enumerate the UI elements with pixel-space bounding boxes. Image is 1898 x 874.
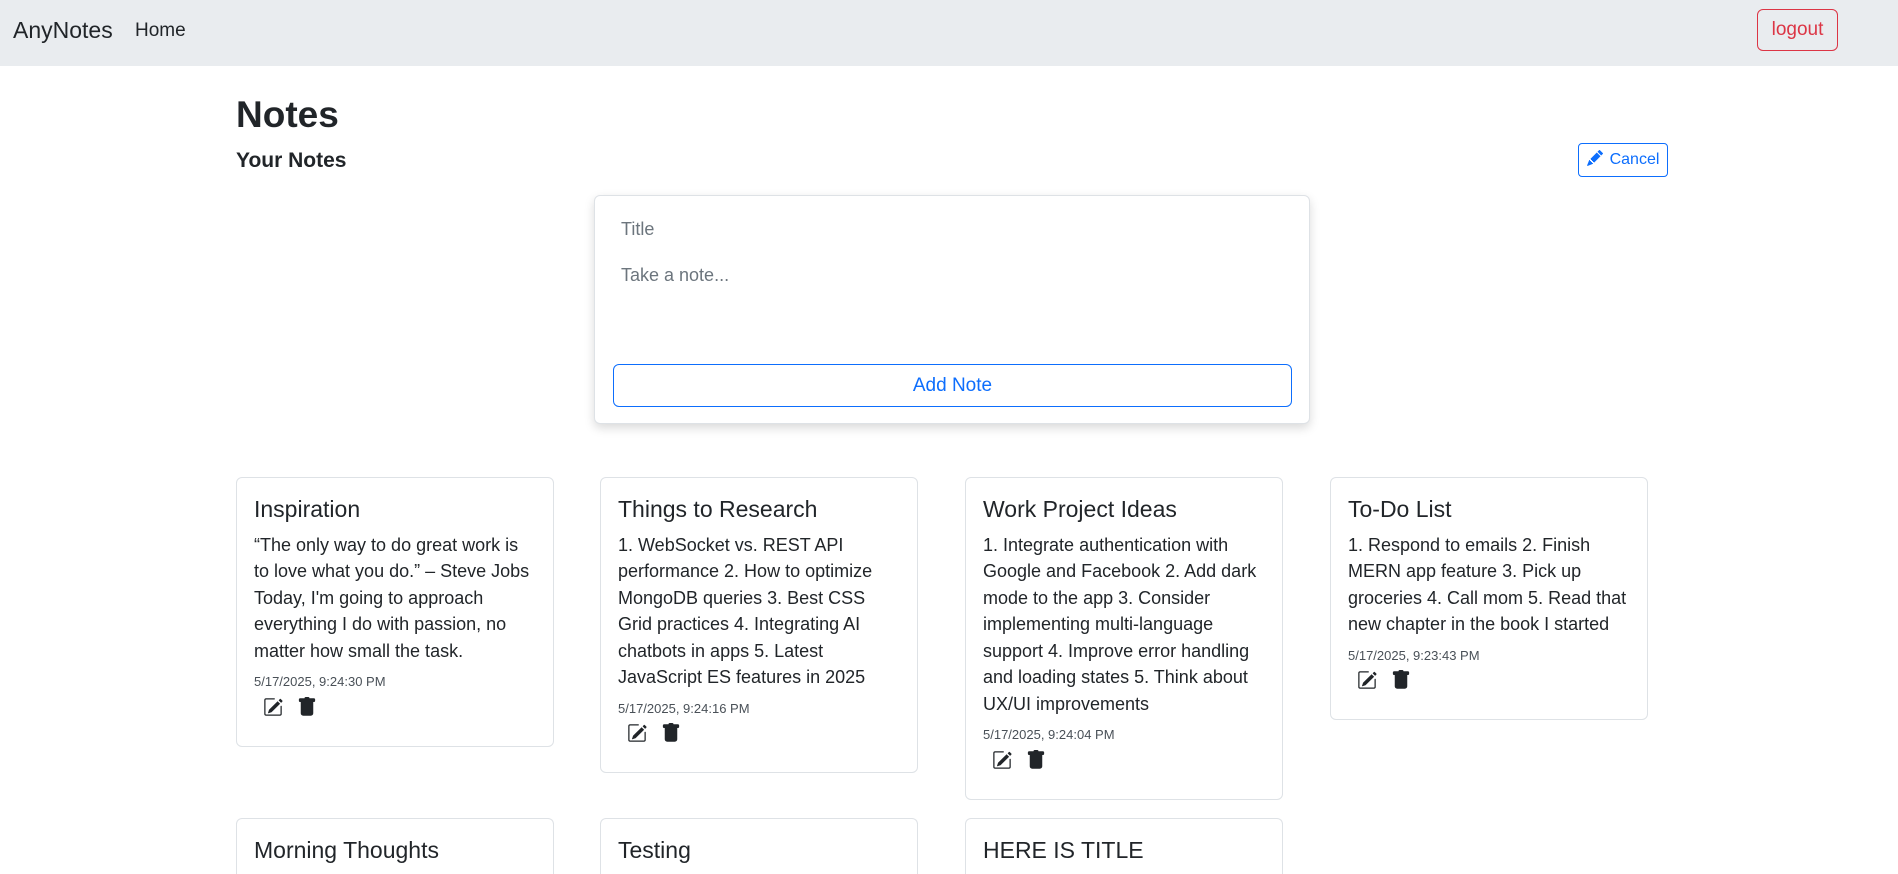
note-content: “The only way to do great work is to lov… bbox=[254, 534, 530, 661]
edit-button[interactable] bbox=[1356, 671, 1378, 693]
edit-icon bbox=[1357, 670, 1377, 693]
edit-button[interactable] bbox=[626, 724, 648, 746]
trash-icon bbox=[661, 723, 681, 746]
note-content: 1. Respond to emails 2. Finish MERN app … bbox=[1348, 534, 1627, 635]
note-form: Add Note bbox=[594, 195, 1310, 424]
delete-button[interactable] bbox=[660, 723, 682, 746]
brand-link[interactable]: AnyNotes bbox=[13, 17, 113, 44]
delete-button[interactable] bbox=[1025, 749, 1047, 773]
note-card: Work Project Ideas 1. Integrate authenti… bbox=[965, 477, 1283, 800]
navbar: AnyNotes Home logout bbox=[0, 0, 1898, 66]
note-actions bbox=[1348, 670, 1630, 693]
note-card: Inspiration “The only way to do great wo… bbox=[236, 477, 554, 747]
delete-button[interactable] bbox=[1390, 670, 1412, 693]
note-card: Things to Research 1. WebSocket vs. REST… bbox=[600, 477, 918, 773]
note-content: 1. WebSocket vs. REST API performance 2.… bbox=[618, 534, 873, 688]
note-content: 1. Integrate authentication with Google … bbox=[983, 534, 1257, 714]
note-title: HERE IS TITLE bbox=[983, 837, 1144, 863]
note-date: 5/17/2025, 9:23:43 PM bbox=[1348, 647, 1480, 663]
trash-icon bbox=[1391, 670, 1411, 693]
trash-icon bbox=[1026, 749, 1046, 773]
trash-icon bbox=[297, 696, 317, 720]
note-date: 5/17/2025, 9:24:16 PM bbox=[618, 700, 750, 716]
edit-button[interactable] bbox=[991, 750, 1013, 772]
cancel-label: Cancel bbox=[1609, 151, 1660, 168]
note-card: Testing bbox=[600, 818, 918, 874]
note-title: Inspiration bbox=[254, 496, 361, 522]
page-title: Notes bbox=[236, 94, 339, 135]
section-title: Your Notes bbox=[236, 149, 347, 172]
note-title: Morning Thoughts bbox=[254, 837, 439, 863]
logout-button[interactable]: logout bbox=[1757, 9, 1838, 51]
note-title: Testing bbox=[618, 837, 691, 863]
note-date: 5/17/2025, 9:24:04 PM bbox=[983, 727, 1115, 743]
delete-button[interactable] bbox=[296, 696, 318, 720]
edit-icon bbox=[627, 723, 647, 746]
note-title: To-Do List bbox=[1348, 496, 1452, 522]
note-card: To-Do List 1. Respond to emails 2. Finis… bbox=[1330, 477, 1648, 720]
pencil-icon bbox=[1586, 149, 1603, 171]
note-date: 5/17/2025, 9:24:30 PM bbox=[254, 674, 386, 690]
note-card: HERE IS TITLE bbox=[965, 818, 1283, 874]
nav-home-link[interactable]: Home bbox=[135, 20, 186, 42]
note-card: Morning Thoughts bbox=[236, 818, 554, 874]
edit-button[interactable] bbox=[262, 697, 284, 719]
edit-icon bbox=[992, 750, 1012, 773]
note-actions bbox=[254, 696, 536, 720]
cancel-button[interactable]: Cancel bbox=[1578, 143, 1668, 177]
note-input[interactable] bbox=[612, 262, 1292, 342]
title-input[interactable] bbox=[612, 213, 1292, 245]
note-title: Work Project Ideas bbox=[983, 496, 1177, 522]
note-actions bbox=[618, 723, 900, 746]
note-title: Things to Research bbox=[618, 496, 818, 522]
add-note-button[interactable]: Add Note bbox=[613, 364, 1292, 407]
edit-icon bbox=[263, 697, 283, 720]
note-actions bbox=[983, 749, 1265, 773]
